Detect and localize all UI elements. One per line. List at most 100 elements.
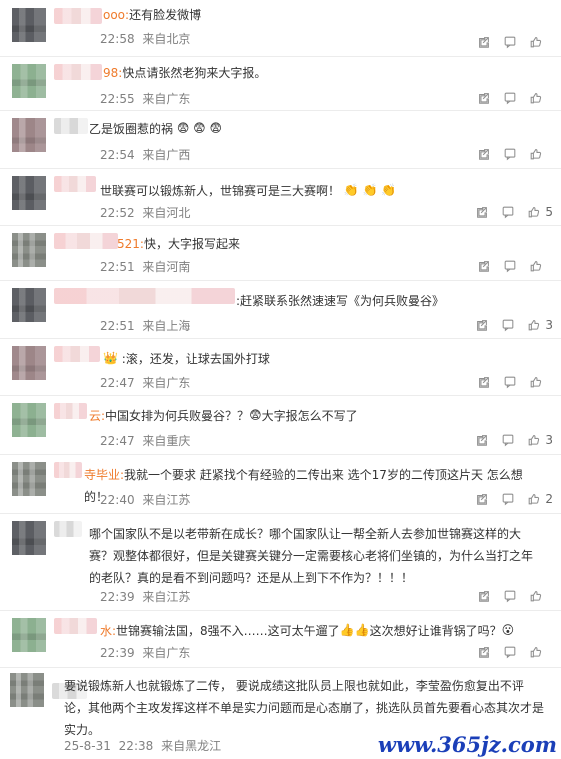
- comment-button[interactable]: [503, 645, 517, 659]
- blurred-username[interactable]: [54, 346, 100, 362]
- comment-content: 哪个国家队不是以老带新在成长？哪个国家队让一帮全新人去参加世锦赛这样的大赛？观整…: [89, 527, 534, 585]
- share-button[interactable]: [477, 589, 491, 603]
- share-button[interactable]: [475, 433, 489, 447]
- comment-meta: 22:39 来自广东: [100, 645, 190, 661]
- like-button[interactable]: [529, 375, 553, 389]
- comment-time: 22:51: [100, 319, 135, 333]
- comment-time: 22:38: [118, 739, 154, 753]
- like-button[interactable]: [529, 259, 553, 273]
- comment-icon: [503, 375, 517, 389]
- comment-text: 98:快点请张然老狗来大字报。: [103, 62, 523, 84]
- comment-text: 水:世锦赛输法国，8强不入……这可太午遛了👍👍这次想好让谁背锅了吗？😮: [100, 620, 555, 642]
- blurred-username[interactable]: [54, 462, 82, 478]
- emoji-icon: 😮: [501, 623, 515, 637]
- avatar[interactable]: [12, 233, 46, 267]
- comment-item: 云:中国女排为何兵败曼谷？？😨大字报怎么不写了 22:47 来自重庆 3: [0, 395, 561, 455]
- comment-button[interactable]: [503, 589, 517, 603]
- comment-location: 来自广西: [142, 148, 191, 162]
- comment-content: 乙是饭圈惹的祸: [89, 122, 174, 136]
- comment-icon: [503, 35, 517, 49]
- comment-item: 乙是饭圈惹的祸 😨 😨 😨 22:54 来自广西: [0, 110, 561, 169]
- comment-text: 521:快，大字报写起来: [117, 233, 537, 255]
- comment-actions: 3: [475, 433, 553, 447]
- avatar[interactable]: [12, 346, 46, 380]
- comment-button[interactable]: [501, 433, 515, 447]
- like-count: 3: [545, 433, 553, 447]
- comment-button[interactable]: [503, 147, 517, 161]
- avatar[interactable]: [12, 462, 46, 496]
- like-button[interactable]: [529, 645, 553, 659]
- like-button[interactable]: [529, 35, 553, 49]
- share-button[interactable]: [475, 492, 489, 506]
- share-button[interactable]: [477, 259, 491, 273]
- blurred-username[interactable]: [54, 521, 82, 537]
- comment-button[interactable]: [501, 205, 515, 219]
- comment-content: 还有脸发微博: [129, 8, 202, 22]
- comment-text: 云:中国女排为何兵败曼谷？？😨大字报怎么不写了: [89, 405, 509, 427]
- avatar[interactable]: [12, 176, 46, 210]
- comment-button[interactable]: [503, 259, 517, 273]
- comment-actions: [477, 589, 553, 603]
- comment-time: 22:39: [100, 590, 135, 604]
- thumbs-up-icon: [529, 147, 543, 161]
- blurred-username[interactable]: [54, 118, 88, 134]
- like-button[interactable]: 3: [527, 318, 553, 332]
- comment-button[interactable]: [501, 318, 515, 332]
- avatar[interactable]: [12, 521, 46, 555]
- blurred-username[interactable]: [54, 618, 97, 634]
- thumbs-up-icon: [529, 589, 543, 603]
- avatar[interactable]: [12, 64, 46, 98]
- share-button[interactable]: [477, 35, 491, 49]
- blurred-username[interactable]: [54, 64, 102, 80]
- emoji-icon: 😨: [249, 408, 262, 422]
- avatar[interactable]: [12, 403, 46, 437]
- share-button[interactable]: [477, 91, 491, 105]
- comment-button[interactable]: [503, 91, 517, 105]
- comment-item: 世联赛可以锻炼新人，世锦赛可是三大赛啊！ 👏 👏 👏 22:52 来自河北 5: [0, 168, 561, 226]
- comment-item: :赶紧联系张然速速写《为何兵败曼谷》 22:51 来自上海 3: [0, 280, 561, 339]
- thumbs-up-icon: [527, 205, 541, 219]
- like-button[interactable]: [529, 147, 553, 161]
- blurred-username[interactable]: [54, 233, 118, 249]
- comment-content: 中国女排为何兵败曼谷？？: [105, 409, 250, 423]
- like-button[interactable]: 5: [527, 205, 553, 219]
- share-button[interactable]: [477, 147, 491, 161]
- reply-prefix: 云:: [89, 409, 106, 423]
- like-button[interactable]: [529, 589, 553, 603]
- comment-text: 👑 :滚，还发，让球去国外打球: [103, 348, 523, 370]
- share-button[interactable]: [475, 205, 489, 219]
- comment-button[interactable]: [501, 492, 515, 506]
- blurred-username[interactable]: [54, 403, 87, 419]
- like-button[interactable]: 2: [527, 492, 553, 506]
- comment-icon: [503, 259, 517, 273]
- share-button[interactable]: [475, 318, 489, 332]
- like-count: 3: [545, 318, 553, 332]
- avatar[interactable]: [10, 673, 44, 707]
- share-button[interactable]: [477, 645, 491, 659]
- comment-text: 世联赛可以锻炼新人，世锦赛可是三大赛啊！ 👏 👏 👏: [100, 180, 520, 202]
- comment-location: 来自黑龙江: [161, 739, 222, 753]
- thumbs-up-icon: [529, 91, 543, 105]
- blurred-username[interactable]: [54, 176, 96, 192]
- avatar[interactable]: [12, 618, 46, 652]
- comment-item: 98:快点请张然老狗来大字报。 22:55 来自广东: [0, 56, 561, 111]
- share-button[interactable]: [477, 375, 491, 389]
- comment-time: 22:47: [100, 376, 135, 390]
- like-button[interactable]: 3: [527, 433, 553, 447]
- comment-button[interactable]: [503, 35, 517, 49]
- comment-icon: [503, 645, 517, 659]
- avatar[interactable]: [12, 288, 46, 322]
- reply-prefix: 98:: [103, 66, 123, 80]
- blurred-username[interactable]: [54, 288, 235, 304]
- comment-icon: [501, 318, 515, 332]
- like-button[interactable]: [529, 91, 553, 105]
- comment-actions: [477, 259, 553, 273]
- blurred-username[interactable]: [54, 8, 102, 24]
- share-icon: [475, 318, 489, 332]
- avatar[interactable]: [12, 118, 46, 152]
- avatar[interactable]: [12, 8, 46, 42]
- comment-button[interactable]: [503, 375, 517, 389]
- watermark-text: www.365jz.com: [377, 732, 557, 757]
- comment-icon: [503, 147, 517, 161]
- emoji-icon: 😨 😨 😨: [176, 121, 223, 135]
